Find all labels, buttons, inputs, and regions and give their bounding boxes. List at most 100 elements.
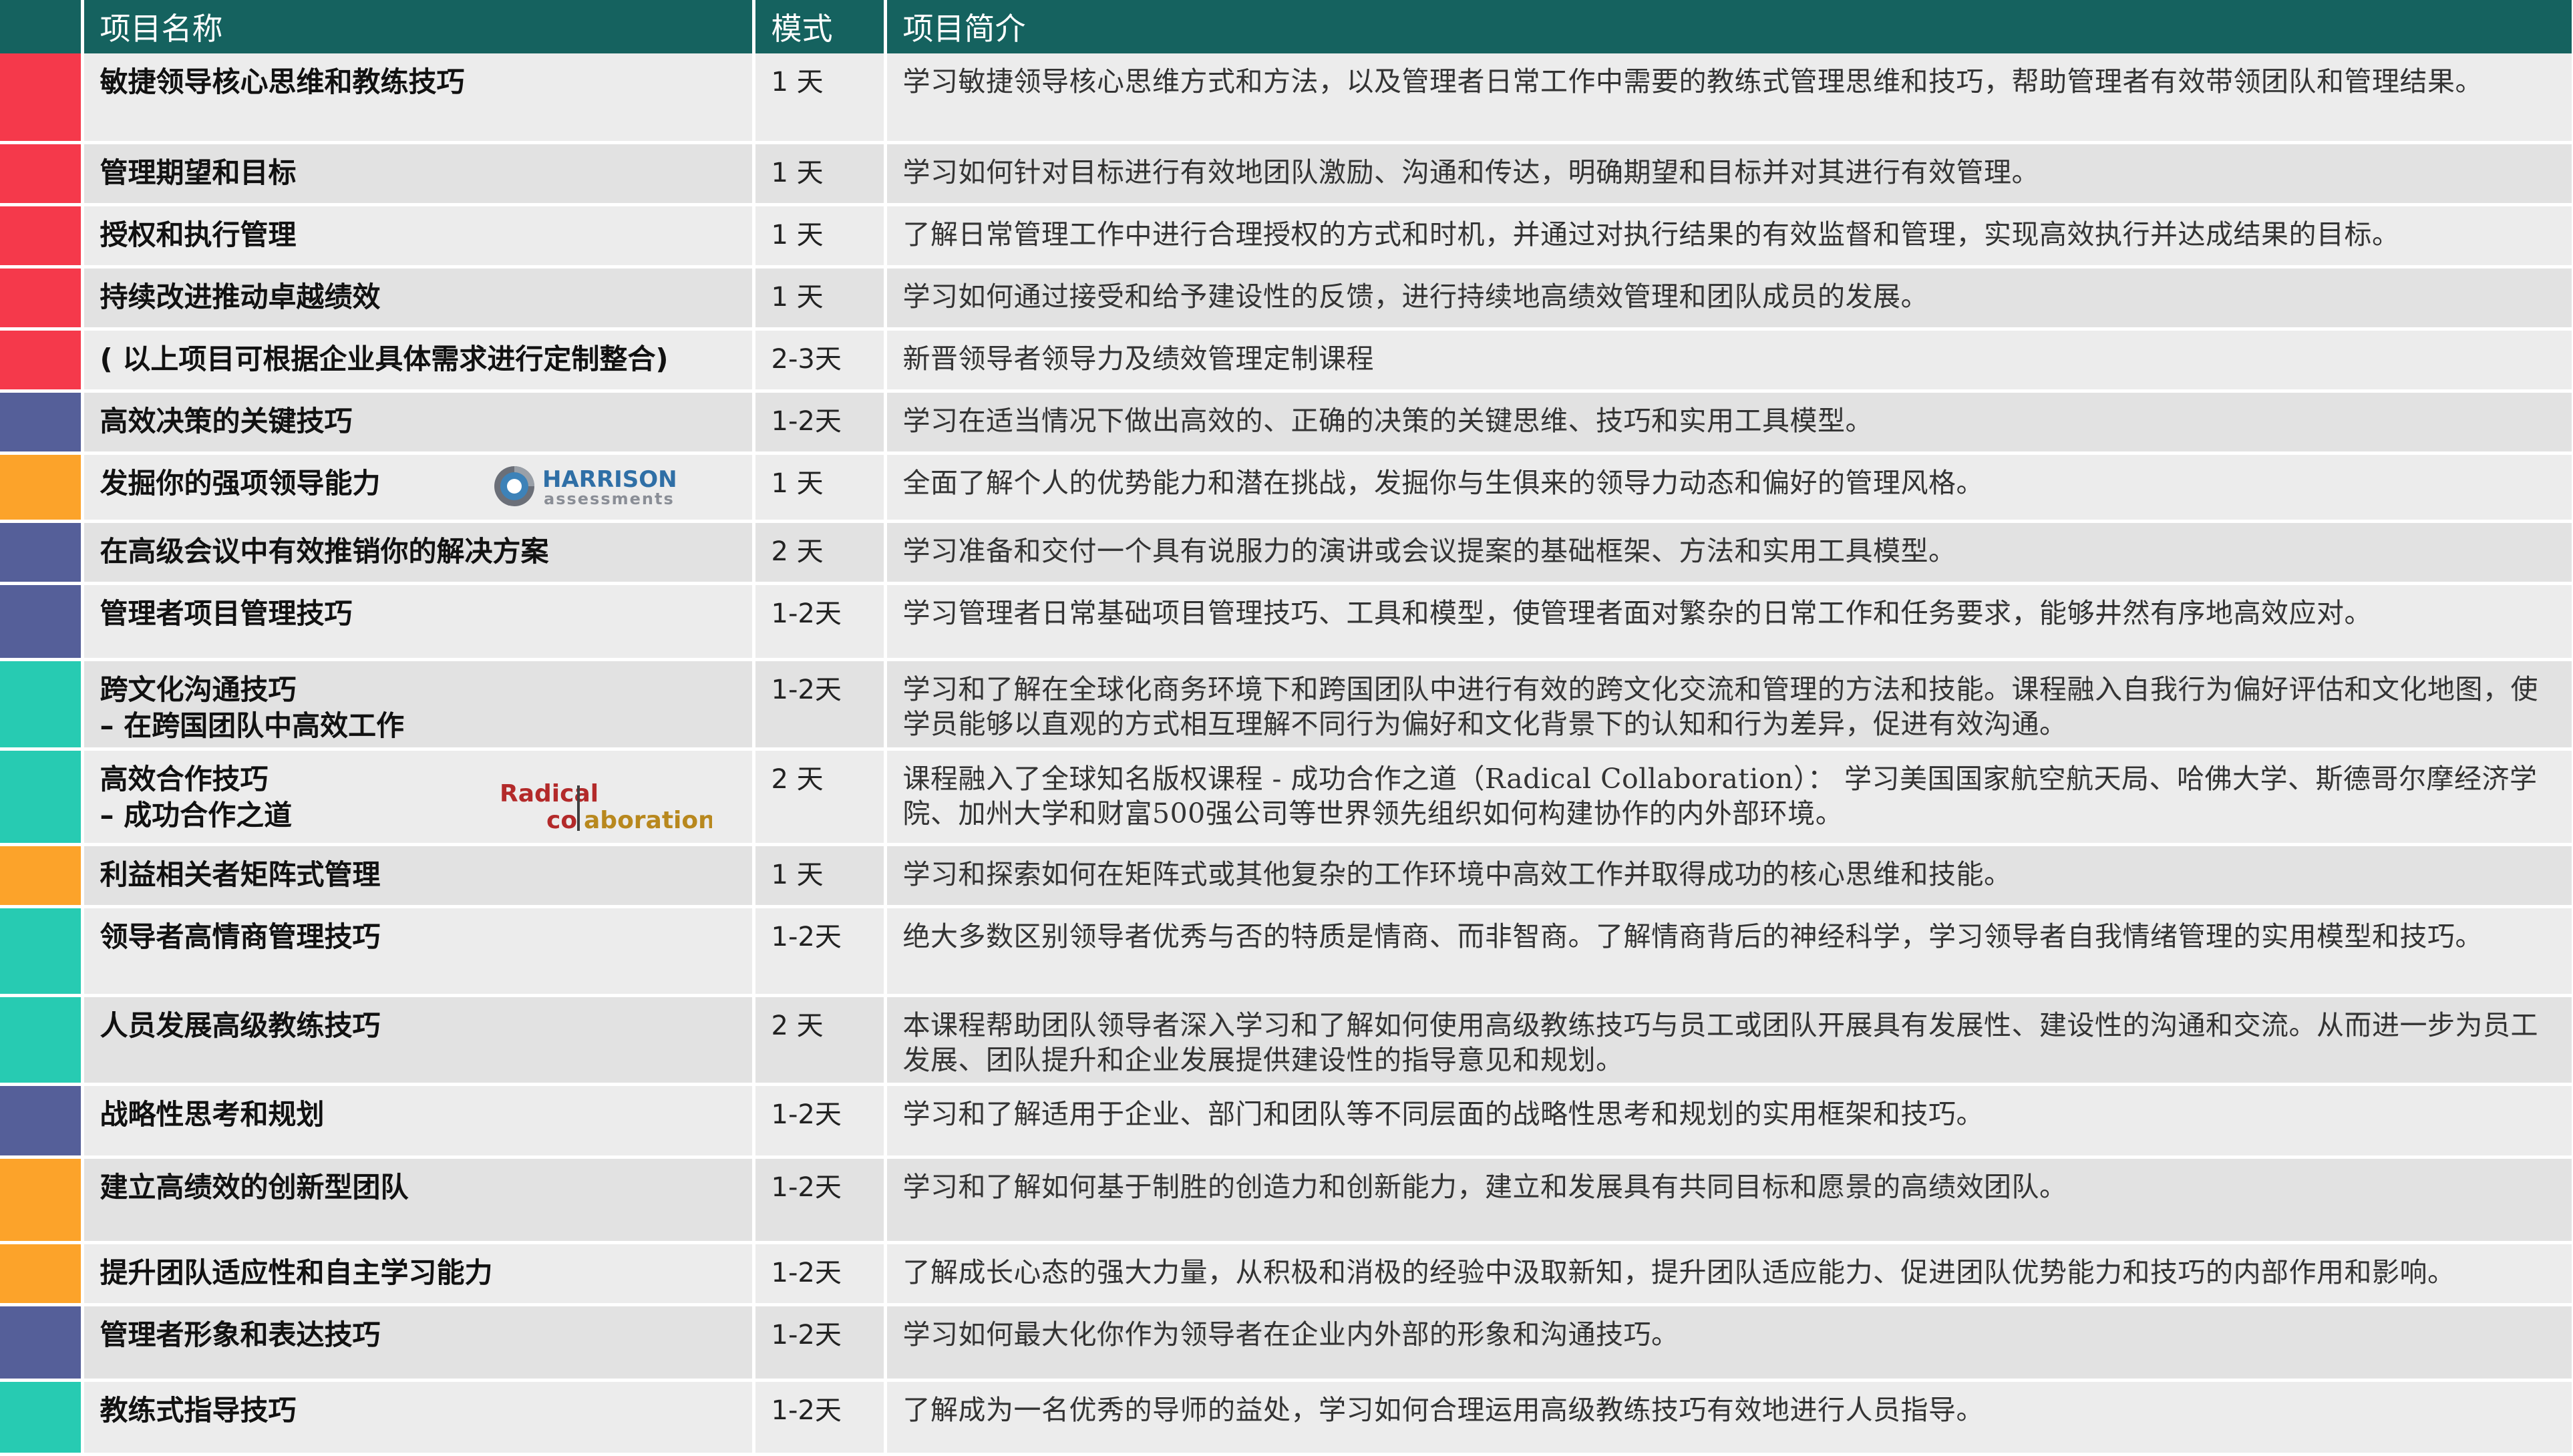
course-rows: 敏捷领导核心思维和教练技巧 1 天学习敏捷领导核心思维方式和方法，以及管理者日常工… — [0, 53, 2573, 1456]
table-row: 跨文化沟通技巧 – 在跨国团队中高效工作 1-2天 学习和了解在全球化商务环境下和跨国… — [0, 659, 2573, 751]
course-description: 学习如何针对目标进行有效地团队激励、沟通和传达，明确期望和目标并对其进行有效管理… — [885, 142, 2573, 206]
course-duration: 1-2天 — [753, 1380, 887, 1456]
course-name: 跨文化沟通技巧 — [100, 673, 297, 706]
category-color-marker — [0, 266, 84, 331]
course-description: 绝大多数区别领导者优秀与否的特质是情商、而非智商。了解情商背后的神经科学，学习领… — [885, 906, 2573, 997]
course-name: 建立高绩效的创新型团队 — [100, 1170, 409, 1204]
course-duration: 1 天 — [753, 142, 887, 206]
course-description: 学习敏捷领导核心思维方式和方法，以及管理者日常工作中需要的教练式管理思维和技巧，… — [885, 53, 2573, 144]
course-duration: 1 天 — [753, 453, 887, 523]
category-color-marker — [0, 749, 84, 846]
table-row: 高效决策的关键技巧 1-2天 学习在适当情况下做出高效的、正确的决策的关键思维、技巧… — [0, 391, 2573, 455]
course-name-cell: 提升团队适应性和自主学习能力 — [82, 1242, 755, 1306]
course-name-cell: 教练式指导技巧 — [82, 1380, 755, 1456]
course-name-cell: 管理期望和目标 — [82, 142, 755, 206]
course-description: 学习和了解如何基于制胜的创造力和创新能力，建立和发展具有共同目标和愿景的高绩效团… — [885, 1157, 2573, 1244]
course-name: ( 以上项目可根据企业具体需求进行定制整合) — [100, 342, 669, 375]
category-color-marker — [0, 453, 84, 523]
header-mode: 模式 — [753, 0, 887, 53]
course-duration: 1-2天 — [753, 1304, 887, 1382]
course-name: 战略性思考和规划 — [100, 1097, 325, 1131]
course-name-cell: 人员发展高级教练技巧 — [82, 995, 755, 1086]
table-row: 提升团队适应性和自主学习能力 1-2天 了解成长心态的强大力量，从积极和消极的经验中… — [0, 1242, 2573, 1306]
svg-text:aboration: aboration — [584, 807, 712, 834]
table-row: 管理者项目管理技巧 1-2天 学习管理者日常基础项目管理技巧、工具和模型，使管理者面… — [0, 583, 2573, 661]
course-duration: 1-2天 — [753, 1084, 887, 1159]
table-row: 管理期望和目标 1 天学习如何针对目标进行有效地团队激励、沟通和传达，明确期望和目… — [0, 142, 2573, 206]
course-name-cell: 高效决策的关键技巧 — [82, 391, 755, 455]
course-name: 持续改进推动卓越绩效 — [100, 280, 381, 313]
svg-text:Radical: Radical — [500, 780, 598, 807]
course-description: 了解日常管理工作中进行合理授权的方式和时机，并通过对执行结果的有效监督和管理，实… — [885, 204, 2573, 268]
course-duration: 1-2天 — [753, 1157, 887, 1244]
course-description: 学习和探索如何在矩阵式或其他复杂的工作环境中高效工作并取得成功的核心思维和技能。 — [885, 844, 2573, 908]
course-name: 教练式指导技巧 — [100, 1393, 297, 1427]
course-duration: 2 天 — [753, 521, 887, 585]
category-color-marker — [0, 583, 84, 661]
course-duration: 1-2天 — [753, 391, 887, 455]
course-name-cell: 跨文化沟通技巧 – 在跨国团队中高效工作 — [82, 659, 755, 751]
course-description: 学习管理者日常基础项目管理技巧、工具和模型，使管理者面对繁杂的日常工作和任务要求… — [885, 583, 2573, 661]
table-row: 在高级会议中有效推销你的解决方案 2 天学习准备和交付一个具有说服力的演讲或会议提… — [0, 521, 2573, 585]
course-description: 学习和了解在全球化商务环境下和跨国团队中进行有效的跨文化交流和管理的方法和技能。… — [885, 659, 2573, 751]
course-description: 学习在适当情况下做出高效的、正确的决策的关键思维、技巧和实用工具模型。 — [885, 391, 2573, 455]
course-description: 学习准备和交付一个具有说服力的演讲或会议提案的基础框架、方法和实用工具模型。 — [885, 521, 2573, 585]
category-color-marker — [0, 1084, 84, 1159]
course-duration: 2-3天 — [753, 329, 887, 393]
table-row: 敏捷领导核心思维和教练技巧 1 天学习敏捷领导核心思维方式和方法，以及管理者日常工… — [0, 53, 2573, 144]
course-name-cell: 利益相关者矩阵式管理 — [82, 844, 755, 908]
table-header-row: 项目名称 模式 项目简介 — [0, 0, 2573, 53]
course-name-cell: 持续改进推动卓越绩效 — [82, 266, 755, 331]
course-catalog-slide: 项目名称 模式 项目简介 敏捷领导核心思维和教练技巧 1 天学习敏捷领导核心思维方… — [0, 0, 2573, 1456]
course-name-cell: 敏捷领导核心思维和教练技巧 — [82, 53, 755, 144]
category-color-marker — [0, 1242, 84, 1306]
svg-text:co: co — [546, 807, 577, 834]
course-name-cell: 管理者项目管理技巧 — [82, 583, 755, 661]
course-description: 了解成长心态的强大力量，从积极和消极的经验中汲取新知，提升团队适应能力、促进团队… — [885, 1242, 2573, 1306]
course-duration: 1 天 — [753, 266, 887, 331]
radical-collaboration-logo: Radical co aboration — [498, 772, 715, 836]
course-duration: 1-2天 — [753, 1242, 887, 1306]
course-duration: 1 天 — [753, 844, 887, 908]
table-row: 高效合作技巧 – 成功合作之道 Radical co aboration 2 天课程融入了… — [0, 749, 2573, 846]
table-row: 发掘你的强项领导能力 HARRISON assessments 1 天全面了解个人的优… — [0, 453, 2573, 523]
course-description: 学习如何通过接受和给予建设性的反馈，进行持续地高绩效管理和团队成员的发展。 — [885, 266, 2573, 331]
category-color-marker — [0, 1380, 84, 1456]
course-duration: 2 天 — [753, 749, 887, 846]
course-description: 本课程帮助团队领导者深入学习和了解如何使用高级教练技巧与员工或团队开展具有发展性… — [885, 995, 2573, 1086]
header-description: 项目简介 — [885, 0, 2573, 53]
table-row: 利益相关者矩阵式管理 1 天学习和探索如何在矩阵式或其他复杂的工作环境中高效工作并… — [0, 844, 2573, 908]
course-name: 领导者高情商管理技巧 — [100, 920, 381, 953]
course-name-cell: 高效合作技巧 – 成功合作之道 Radical co aboration — [82, 749, 755, 846]
category-color-marker — [0, 204, 84, 268]
course-description: 学习如何最大化你作为领导者在企业内外部的形象和沟通技巧。 — [885, 1304, 2573, 1382]
course-description: 学习和了解适用于企业、部门和团队等不同层面的战略性思考和规划的实用框架和技巧。 — [885, 1084, 2573, 1159]
svg-text:assessments: assessments — [544, 490, 675, 508]
header-color-cell — [0, 0, 84, 53]
course-name-cell: 领导者高情商管理技巧 — [82, 906, 755, 997]
category-color-marker — [0, 659, 84, 751]
table-row: 领导者高情商管理技巧 1-2天 绝大多数区别领导者优秀与否的特质是情商、而非智商。了… — [0, 906, 2573, 997]
course-name: 在高级会议中有效推销你的解决方案 — [100, 534, 549, 568]
course-name: 管理者项目管理技巧 — [100, 596, 353, 630]
category-color-marker — [0, 1304, 84, 1382]
header-name: 项目名称 — [82, 0, 755, 53]
course-name-cell: 管理者形象和表达技巧 — [82, 1304, 755, 1382]
category-color-marker — [0, 521, 84, 585]
category-color-marker — [0, 53, 84, 144]
course-duration: 1 天 — [753, 53, 887, 144]
course-name-cell: 发掘你的强项领导能力 HARRISON assessments — [82, 453, 755, 523]
course-duration: 1-2天 — [753, 583, 887, 661]
course-name: 发掘你的强项领导能力 — [100, 466, 381, 500]
category-color-marker — [0, 1157, 84, 1244]
course-name-cell: 在高级会议中有效推销你的解决方案 — [82, 521, 755, 585]
course-description: 了解成为一名优秀的导师的益处，学习如何合理运用高级教练技巧有效地进行人员指导。 — [885, 1380, 2573, 1456]
category-color-marker — [0, 995, 84, 1086]
course-duration: 1 天 — [753, 204, 887, 268]
course-duration: 1-2天 — [753, 659, 887, 751]
course-name-cell: 建立高绩效的创新型团队 — [82, 1157, 755, 1244]
table-row: 建立高绩效的创新型团队 1-2天 学习和了解如何基于制胜的创造力和创新能力，建立和发… — [0, 1157, 2573, 1244]
course-duration: 1-2天 — [753, 906, 887, 997]
harrison-assessments-logo: HARRISON assessments — [492, 463, 712, 510]
category-color-marker — [0, 906, 84, 997]
